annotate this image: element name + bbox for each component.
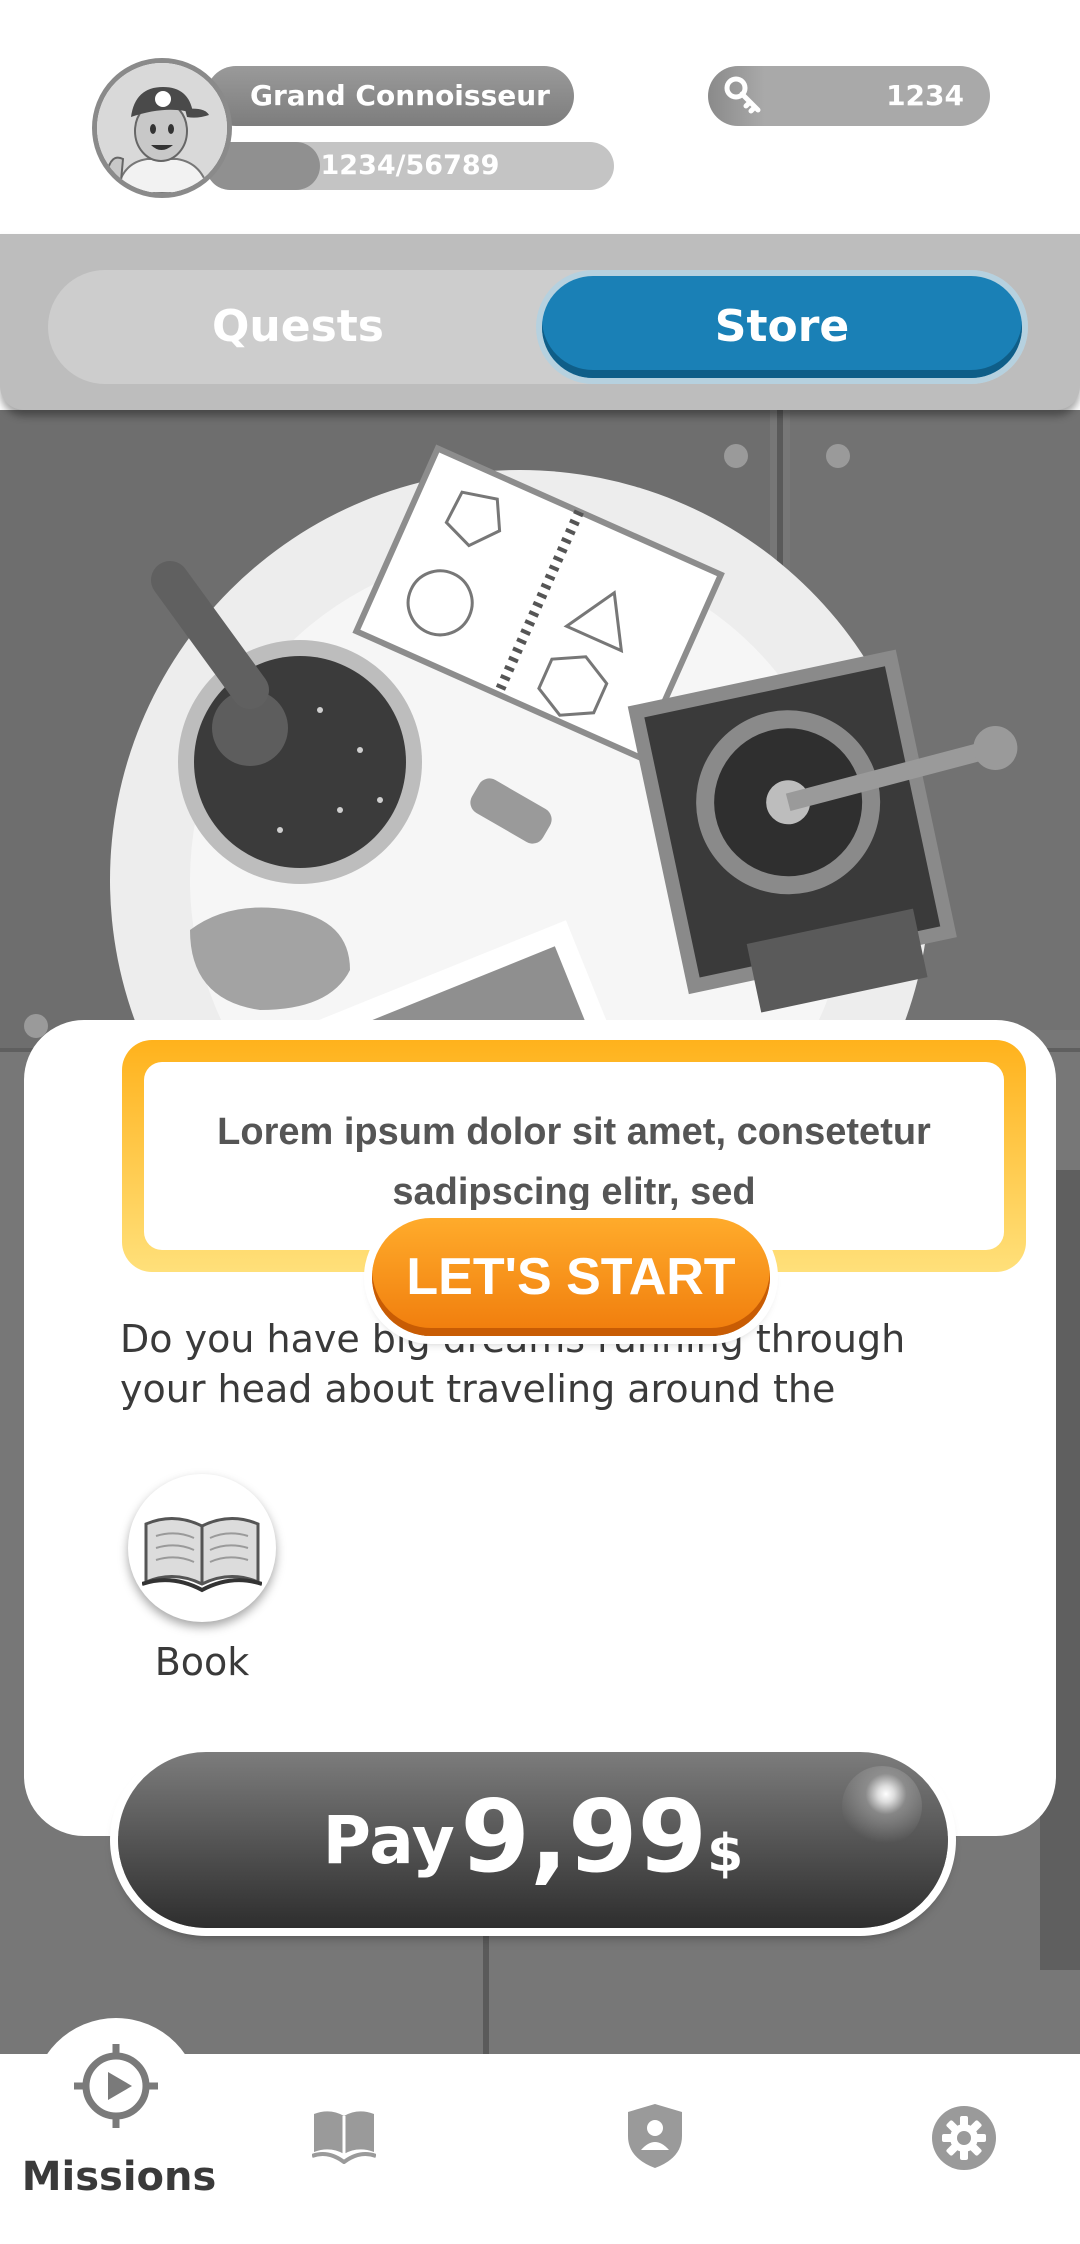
mission-banner-text: Lorem ipsum dolor sit amet, consetetur s…	[217, 1111, 931, 1213]
pay-word: Pay	[322, 1802, 455, 1879]
tab-store[interactable]: Store	[542, 276, 1022, 378]
pay-button-label: Pay 9,99$	[118, 1778, 948, 1895]
pay-button[interactable]: Pay 9,99$	[118, 1752, 948, 1928]
player-avatar[interactable]	[92, 58, 232, 198]
book-icon	[142, 1517, 262, 1593]
keys-counter[interactable]: 1234	[708, 66, 990, 126]
xp-text: 1234/56789	[320, 150, 500, 181]
key-icon	[724, 76, 761, 114]
nav-item-missions-label: Missions	[21, 2154, 217, 2200]
tab-quests[interactable]: Quests	[48, 270, 548, 384]
gear-icon[interactable]	[930, 2104, 998, 2172]
pay-amount: 9,99	[460, 1778, 708, 1895]
tab-bar: Quests Store	[0, 234, 1080, 410]
player-avatar-icon	[97, 63, 227, 193]
bottom-navigation: Missions	[0, 2018, 1080, 2244]
reward-item-label: Book	[154, 1640, 250, 1684]
keys-count: 1234	[886, 79, 964, 112]
shield-user-icon[interactable]	[626, 2102, 684, 2170]
tabs-track: Quests Store	[48, 270, 1028, 384]
top-header: Grand Connoisseur 1234/56789 1234	[0, 0, 1080, 234]
compass-play-icon	[74, 2044, 158, 2128]
book-nav-icon[interactable]	[312, 2108, 376, 2164]
lets-start-button[interactable]: LET'S START	[372, 1218, 770, 1336]
rank-title: Grand Connoisseur	[206, 66, 574, 126]
reward-item-book[interactable]	[128, 1474, 276, 1622]
pay-currency: $	[707, 1824, 744, 1884]
xp-progress-bar: 1234/56789	[206, 142, 614, 190]
